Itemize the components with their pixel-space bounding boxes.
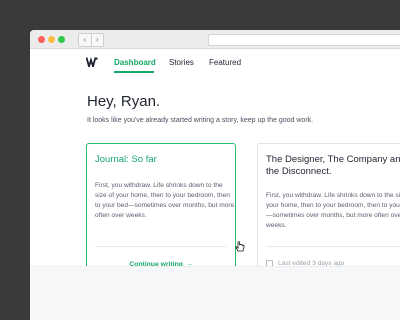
chevron-left-icon[interactable]: ‹ <box>79 34 91 46</box>
history-buttons: ‹ › <box>78 33 104 47</box>
card-divider <box>95 246 227 247</box>
chevron-right-icon[interactable]: › <box>90 34 104 46</box>
hand-pointer-icon <box>235 241 245 252</box>
draft-story-card[interactable]: Journal: So far First, you withdraw. Lif… <box>86 143 236 276</box>
address-bar[interactable] <box>208 34 400 46</box>
page-subtitle: It looks like you've already started wri… <box>87 117 314 124</box>
zoom-window-button[interactable] <box>58 36 65 43</box>
card-excerpt: First, you withdraw. Life shrinks down t… <box>266 192 400 229</box>
browser-window: ‹ › Dashboard Stories Featured Hey, Ryan… <box>30 30 400 320</box>
card-title[interactable]: Journal: So far <box>95 154 157 165</box>
logo-icon[interactable] <box>86 57 98 67</box>
active-tab-indicator <box>114 71 154 73</box>
close-window-button[interactable] <box>38 36 45 43</box>
nav-item-featured[interactable]: Featured <box>209 58 241 67</box>
card-excerpt: First, you withdraw. Life shrinks down t… <box>95 182 235 219</box>
footer-area <box>30 266 400 320</box>
nav-item-stories[interactable]: Stories <box>169 58 194 67</box>
minimize-window-button[interactable] <box>48 36 55 43</box>
card-title[interactable]: The Designer, The Company and the Discon… <box>266 154 400 178</box>
story-card[interactable]: The Designer, The Company and the Discon… <box>257 143 400 276</box>
page-title: Hey, Ryan. <box>87 93 161 110</box>
nav-item-dashboard[interactable]: Dashboard <box>114 58 156 67</box>
browser-titlebar: ‹ › <box>30 30 400 49</box>
card-divider <box>266 246 400 247</box>
